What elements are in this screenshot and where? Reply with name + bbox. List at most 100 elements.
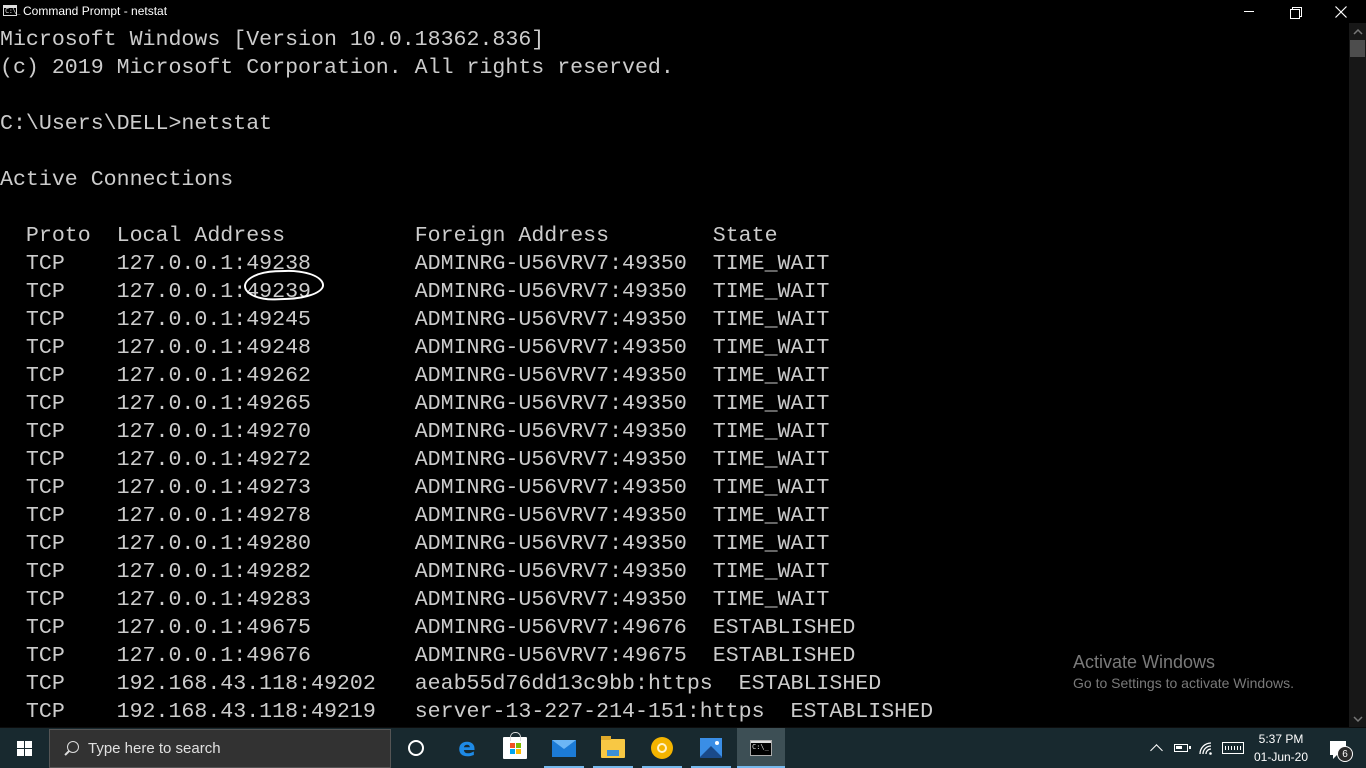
console-output[interactable]: Microsoft Windows [Version 10.0.18362.83… (0, 23, 1349, 727)
banner-version: Microsoft Windows [Version 10.0.18362.83… (0, 28, 545, 52)
cell-state: TIME_WAIT (712, 504, 830, 528)
cell-local-address: 127.0.0.1:49262 (116, 364, 415, 388)
taskbar-search[interactable] (49, 729, 391, 768)
restore-button[interactable] (1272, 0, 1318, 23)
network-button[interactable] (1196, 728, 1216, 768)
minimize-button[interactable] (1226, 0, 1272, 23)
cell-local-address: 127.0.0.1:49248 (116, 336, 415, 360)
cell-foreign-address: ADMINRG-U56VRV7:49350 (414, 588, 713, 612)
title-bar[interactable]: C:\_ Command Prompt - netstat (0, 0, 1366, 23)
connection-row: TCP 127.0.0.1:49675 ADMINRG-U56VRV7:4967… (0, 614, 855, 642)
store-button[interactable] (491, 728, 539, 768)
cell-state: ESTABLISHED (712, 644, 856, 668)
cell-state: TIME_WAIT (712, 252, 830, 276)
cell-foreign-address: ADMINRG-U56VRV7:49350 (414, 280, 713, 304)
cell-state: TIME_WAIT (712, 476, 830, 500)
mail-icon (552, 739, 576, 757)
connection-row: TCP 127.0.0.1:49248 ADMINRG-U56VRV7:4935… (0, 334, 829, 362)
connection-row: TCP 127.0.0.1:49282 ADMINRG-U56VRV7:4935… (0, 558, 829, 586)
cell-state: TIME_WAIT (712, 420, 830, 444)
show-hidden-icons-button[interactable] (1146, 728, 1166, 768)
cell-foreign-address: ADMINRG-U56VRV7:49350 (414, 308, 713, 332)
notification-badge: 6 (1337, 746, 1353, 762)
cell-foreign-address: ADMINRG-U56VRV7:49350 (414, 532, 713, 556)
cell-state: TIME_WAIT (712, 588, 830, 612)
chrome-button[interactable] (638, 728, 686, 768)
cortana-button[interactable] (392, 728, 440, 768)
column-header-state: State (712, 224, 778, 248)
connection-row: TCP 127.0.0.1:49676 ADMINRG-U56VRV7:4967… (0, 642, 855, 670)
taskbar: e C:\_ 5:37 PM 01-Jun-20 6 (0, 728, 1366, 768)
minimize-icon (1244, 11, 1254, 12)
cell-proto: TCP (25, 588, 117, 612)
keyboard-icon (1222, 742, 1244, 754)
column-headers: Proto Local Address Foreign Address Stat… (0, 222, 778, 250)
clock[interactable]: 5:37 PM 01-Jun-20 (1250, 728, 1312, 768)
cell-foreign-address: ADMINRG-U56VRV7:49350 (414, 448, 713, 472)
edge-button[interactable]: e (443, 728, 491, 768)
store-icon (503, 732, 527, 759)
connection-row: TCP 192.168.43.118:49202 aeab55d76dd13c9… (0, 670, 881, 698)
close-button[interactable] (1318, 0, 1364, 23)
restore-icon (1290, 6, 1302, 19)
battery-button[interactable] (1171, 728, 1191, 768)
connection-row: TCP 127.0.0.1:49272 ADMINRG-U56VRV7:4935… (0, 446, 829, 474)
cell-foreign-address: aeab55d76dd13c9bb:https (414, 672, 739, 696)
photos-button[interactable] (687, 728, 735, 768)
cell-proto: TCP (25, 616, 117, 640)
cell-local-address: 192.168.43.118:49202 (116, 672, 415, 696)
cell-proto: TCP (25, 644, 117, 668)
command-prompt-taskbar-button[interactable]: C:\_ (737, 728, 785, 768)
start-button[interactable] (0, 728, 48, 768)
cell-proto: TCP (25, 476, 117, 500)
cell-state: TIME_WAIT (712, 336, 830, 360)
windows-logo-icon (16, 740, 32, 756)
cell-local-address: 127.0.0.1:49273 (116, 476, 415, 500)
cell-foreign-address: ADMINRG-U56VRV7:49350 (414, 420, 713, 444)
column-header-local-address: Local Address (116, 224, 415, 248)
mail-button[interactable] (540, 728, 588, 768)
scroll-up-button[interactable] (1349, 23, 1366, 40)
scroll-down-button[interactable] (1349, 710, 1366, 727)
connection-row: TCP 127.0.0.1:49262 ADMINRG-U56VRV7:4935… (0, 362, 829, 390)
connection-row: TCP 127.0.0.1:49280 ADMINRG-U56VRV7:4935… (0, 530, 829, 558)
photos-icon (700, 738, 722, 758)
file-explorer-button[interactable] (589, 728, 637, 768)
cell-proto: TCP (25, 308, 117, 332)
search-input[interactable] (88, 740, 378, 757)
cell-local-address: 127.0.0.1:49272 (116, 448, 415, 472)
battery-icon (1174, 744, 1191, 752)
cell-state: ESTABLISHED (738, 672, 882, 696)
cell-proto: TCP (25, 364, 117, 388)
cell-proto: TCP (25, 448, 117, 472)
close-icon (1335, 5, 1347, 18)
cell-local-address: 127.0.0.1:49265 (116, 392, 415, 416)
cell-proto: TCP (25, 252, 117, 276)
cell-proto: TCP (25, 392, 117, 416)
action-center-button[interactable]: 6 (1318, 728, 1358, 768)
cell-foreign-address: ADMINRG-U56VRV7:49350 (414, 476, 713, 500)
column-header-proto: Proto (25, 224, 117, 248)
cell-local-address: 127.0.0.1:49270 (116, 420, 415, 444)
touch-keyboard-button[interactable] (1221, 728, 1245, 768)
connection-row: TCP 127.0.0.1:49239 ADMINRG-U56VRV7:4935… (0, 278, 829, 306)
connection-row: TCP 127.0.0.1:49278 ADMINRG-U56VRV7:4935… (0, 502, 829, 530)
search-icon (62, 740, 80, 758)
cell-proto: TCP (25, 560, 117, 584)
vertical-scrollbar[interactable] (1349, 23, 1366, 727)
cell-foreign-address: ADMINRG-U56VRV7:49350 (414, 252, 713, 276)
cell-foreign-address: ADMINRG-U56VRV7:49350 (414, 336, 713, 360)
chevron-down-icon (1352, 715, 1363, 722)
scroll-thumb[interactable] (1350, 40, 1365, 57)
